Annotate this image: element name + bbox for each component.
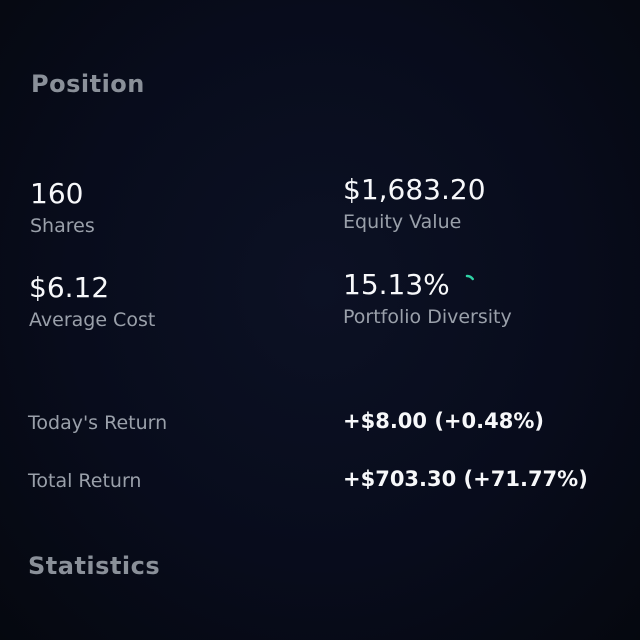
equity-value-value: $1,683.20: [343, 173, 486, 206]
total-return-value: +$703.30 (+71.77%): [343, 467, 588, 491]
average-cost-stat: $6.12 Average Cost: [29, 271, 155, 333]
position-section-title: Position: [31, 70, 145, 98]
todays-return-row: Today's Return +$8.00 (+0.48%): [28, 409, 588, 442]
portfolio-diversity-stat: 15.13% Portfolio Diversity: [343, 268, 512, 330]
total-return-label: Total Return: [28, 470, 142, 492]
portfolio-diversity-label: Portfolio Diversity: [343, 306, 512, 328]
diversity-ring-icon: [458, 266, 476, 284]
shares-value: 160: [30, 177, 84, 210]
portfolio-diversity-value: 15.13%: [343, 268, 450, 301]
average-cost-value: $6.12: [29, 271, 110, 304]
shares-label: Shares: [30, 215, 95, 237]
equity-value-stat: $1,683.20 Equity Value: [343, 173, 486, 235]
statistics-section-title: Statistics: [28, 552, 161, 580]
average-cost-label: Average Cost: [29, 309, 156, 331]
total-return-row: Total Return +$703.30 (+71.77%): [28, 467, 588, 500]
equity-value-label: Equity Value: [343, 211, 462, 233]
todays-return-label: Today's Return: [28, 412, 168, 434]
diversity-ring-arc: [465, 274, 474, 281]
todays-return-value: +$8.00 (+0.48%): [343, 409, 544, 433]
shares-stat: 160 Shares: [30, 177, 95, 239]
